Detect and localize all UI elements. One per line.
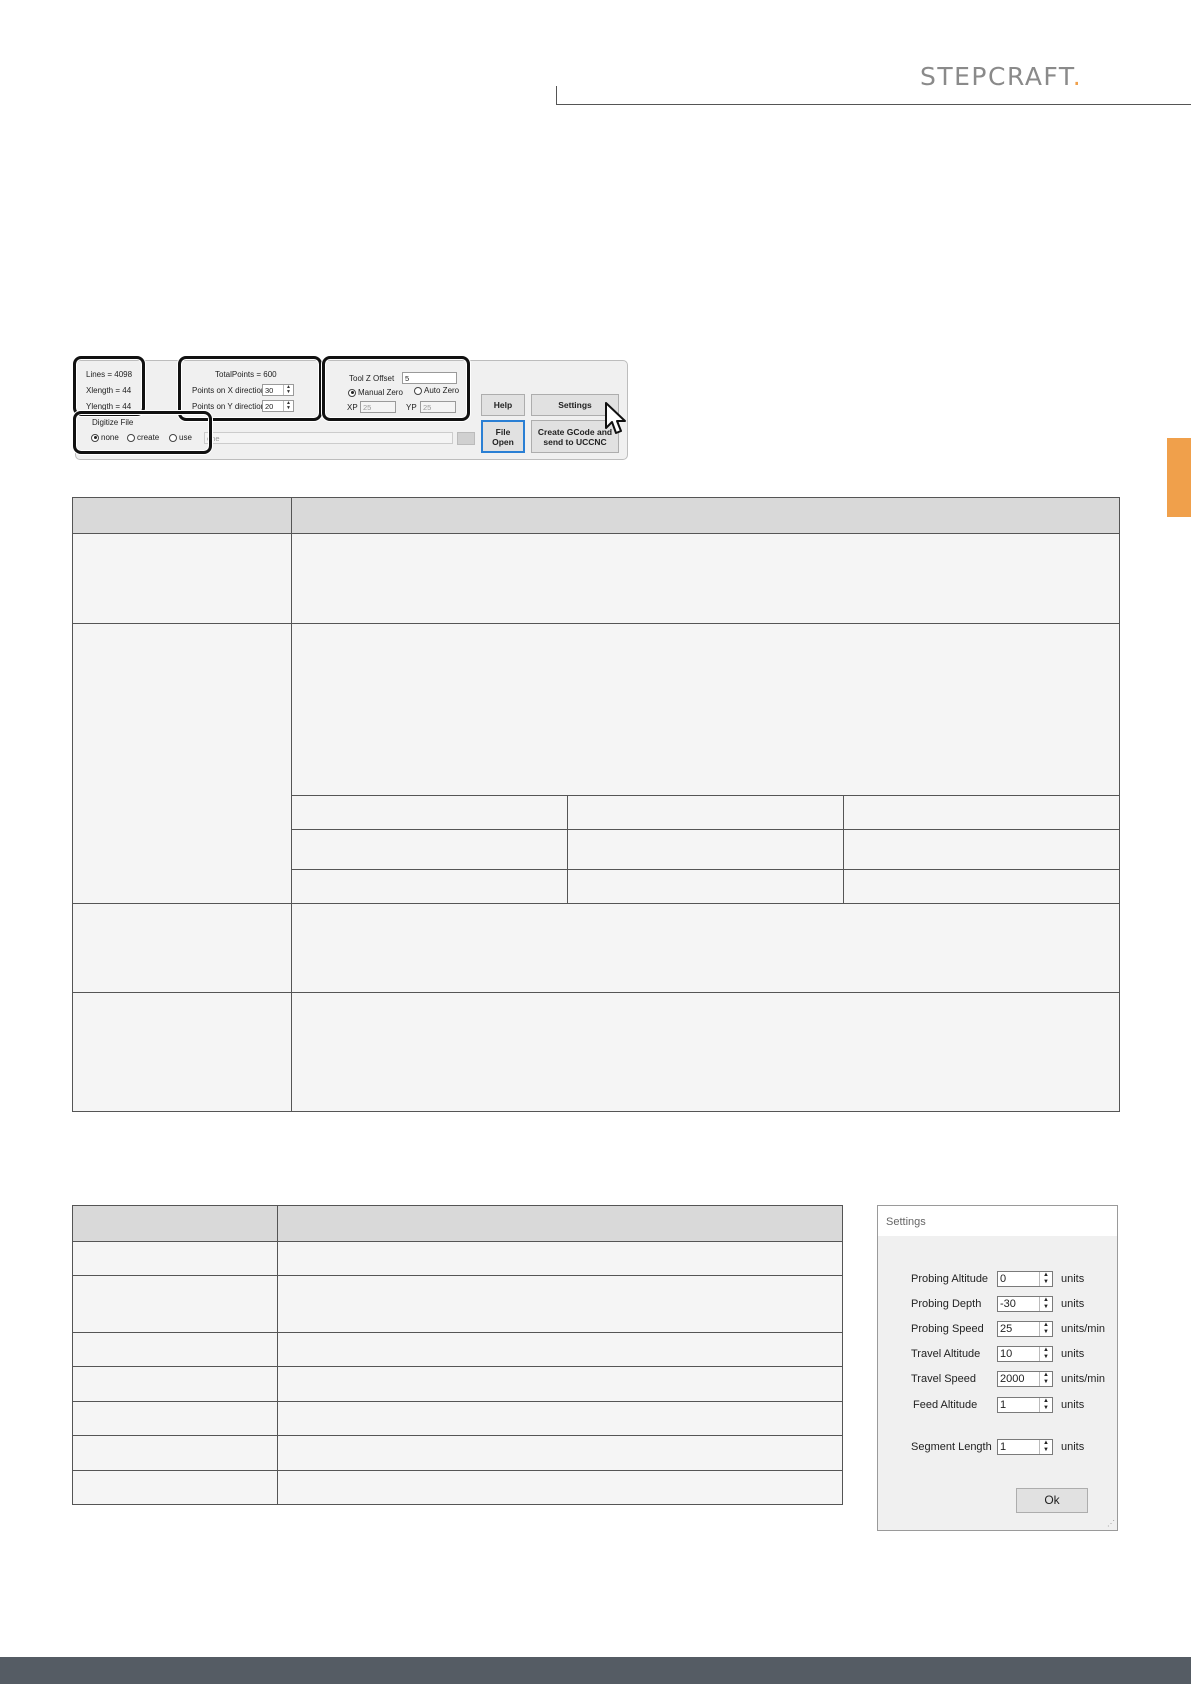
- row-divider: [72, 1435, 843, 1436]
- resize-grip-icon[interactable]: ⋰: [1107, 1519, 1115, 1528]
- segment-length-input[interactable]: 1 ▲ ▼: [997, 1439, 1053, 1455]
- travel-speed-unit: units/min: [1061, 1373, 1106, 1385]
- row-divider: [291, 795, 1120, 796]
- help-button[interactable]: Help: [481, 394, 525, 416]
- spinner-arrows-icon[interactable]: ▲ ▼: [1039, 1372, 1052, 1386]
- row-divider: [72, 1470, 843, 1471]
- feed-altitude-input[interactable]: 1 ▲ ▼: [997, 1397, 1053, 1413]
- col-divider: [277, 1205, 278, 1505]
- travel-speed-input[interactable]: 2000 ▲ ▼: [997, 1371, 1053, 1387]
- ok-button[interactable]: Ok: [1016, 1488, 1088, 1513]
- row-divider: [72, 903, 1120, 904]
- probing-altitude-label: Probing Altitude: [911, 1273, 989, 1285]
- probing-speed-input[interactable]: 25 ▲ ▼: [997, 1321, 1053, 1337]
- travel-altitude-unit: units: [1061, 1348, 1085, 1360]
- spinner-arrows-icon[interactable]: ▲ ▼: [1039, 1297, 1052, 1311]
- settings-dialog: Settings Probing Altitude 0 ▲ ▼ units Prob…: [877, 1205, 1118, 1531]
- dialog-title: Settings: [886, 1216, 926, 1228]
- feed-altitude-label: Feed Altitude: [913, 1399, 978, 1411]
- highlight-file-info: [73, 356, 145, 416]
- segment-length-label: Segment Length: [911, 1441, 992, 1453]
- spinner-arrows-icon[interactable]: ▲ ▼: [1039, 1272, 1052, 1286]
- spinner-arrows-icon[interactable]: ▲ ▼: [1039, 1398, 1052, 1412]
- travel-altitude-input[interactable]: 10 ▲ ▼: [997, 1346, 1053, 1362]
- probing-depth-unit: units: [1061, 1298, 1085, 1310]
- row-divider: [72, 1275, 843, 1276]
- row-divider: [72, 1401, 843, 1402]
- chapter-tab: [1167, 438, 1191, 517]
- header-divider-tick: [556, 86, 557, 104]
- probing-depth-input[interactable]: -30 ▲ ▼: [997, 1296, 1053, 1312]
- browse-button[interactable]: [457, 432, 475, 445]
- spinner-arrows-icon[interactable]: ▲ ▼: [1039, 1440, 1052, 1454]
- probing-altitude-input[interactable]: 0 ▲ ▼: [997, 1271, 1053, 1287]
- probing-speed-label: Probing Speed: [911, 1323, 984, 1335]
- mouse-cursor-icon: [605, 402, 626, 434]
- row-divider: [291, 869, 1120, 870]
- highlight-digitize: [73, 411, 212, 454]
- row-divider: [72, 1366, 843, 1367]
- brand-name: STEPCRAFT: [920, 62, 1073, 91]
- col-divider: [291, 497, 292, 1112]
- header-divider: [556, 104, 1191, 105]
- row-divider: [291, 829, 1120, 830]
- row-divider: [72, 992, 1120, 993]
- spinner-arrows-icon[interactable]: ▲ ▼: [1039, 1322, 1052, 1336]
- probing-speed-unit: units/min: [1061, 1323, 1106, 1335]
- probing-altitude-unit: units: [1061, 1273, 1085, 1285]
- main-table: [72, 497, 1120, 1112]
- col-divider: [843, 795, 844, 903]
- col-divider: [567, 795, 568, 903]
- digitize-file-path[interactable]: one: [204, 432, 453, 444]
- row-divider: [72, 623, 1120, 624]
- feed-altitude-unit: units: [1061, 1399, 1085, 1411]
- brand-logo: STEPCRAFT.: [920, 62, 1082, 91]
- brand-dot: .: [1072, 62, 1083, 91]
- footer-bar: [0, 1657, 1191, 1684]
- row-divider: [72, 1332, 843, 1333]
- travel-altitude-label: Travel Altitude: [911, 1348, 981, 1360]
- main-table-header: [73, 498, 1119, 534]
- spinner-arrows-icon[interactable]: ▲ ▼: [1039, 1347, 1052, 1361]
- settings-table-header: [73, 1206, 842, 1242]
- travel-speed-label: Travel Speed: [911, 1373, 977, 1385]
- highlight-zero: [322, 356, 470, 421]
- probing-depth-label: Probing Depth: [911, 1298, 982, 1310]
- settings-table: [72, 1205, 843, 1505]
- segment-length-unit: units: [1061, 1441, 1085, 1453]
- file-open-button[interactable]: File Open: [481, 420, 525, 453]
